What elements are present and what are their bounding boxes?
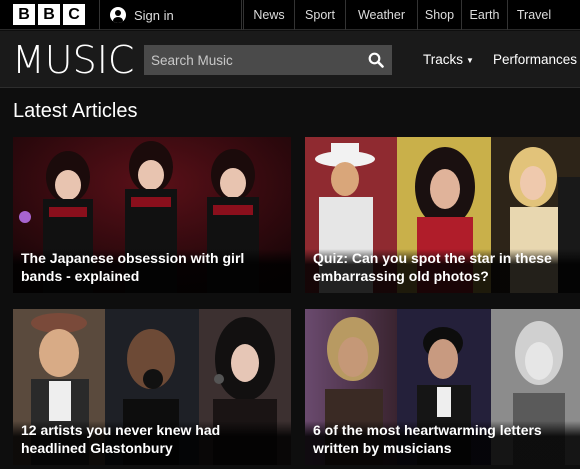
bbc-logo-letter: C — [63, 4, 85, 25]
article-title: Quiz: Can you spot the star in these emb… — [305, 249, 580, 293]
nav-tracks-label: Tracks — [423, 52, 463, 67]
bbc-top-bar: B B C Sign in News Sport Weather Shop Ea… — [0, 0, 580, 30]
music-header: MUSIC Tracks▼ Performances — [0, 31, 580, 88]
nav-shop[interactable]: Shop — [417, 0, 461, 30]
search-input[interactable] — [144, 52, 354, 68]
search-icon[interactable] — [368, 52, 384, 68]
article-card[interactable]: 6 of the most heartwarming letters writt… — [305, 309, 580, 465]
article-card[interactable]: 12 artists you never knew had headlined … — [13, 309, 291, 465]
nav-earth[interactable]: Earth — [461, 0, 507, 30]
music-logo[interactable]: MUSIC — [12, 40, 134, 80]
chevron-down-icon: ▼ — [466, 55, 474, 65]
article-card[interactable]: Quiz: Can you spot the star in these emb… — [305, 137, 580, 293]
sign-in-label: Sign in — [134, 7, 174, 23]
nav-weather[interactable]: Weather — [345, 0, 417, 30]
search-box — [144, 45, 392, 75]
top-nav: News Sport Weather Shop Earth Travel — [243, 0, 560, 30]
nav-sport[interactable]: Sport — [294, 0, 345, 30]
sign-in-link[interactable]: Sign in — [99, 0, 242, 30]
bbc-logo-letter: B — [13, 4, 35, 25]
section-title: Latest Articles — [13, 100, 138, 122]
nav-tracks-menu[interactable]: Tracks ▼ — [423, 52, 474, 67]
bbc-logo[interactable]: B B C — [13, 4, 85, 25]
bbc-logo-letter: B — [38, 4, 60, 25]
article-card[interactable]: The Japanese obsession with girl bands -… — [13, 137, 291, 293]
user-icon — [110, 7, 126, 23]
article-title: The Japanese obsession with girl bands -… — [13, 249, 291, 293]
nav-performances[interactable]: Performances — [493, 52, 577, 67]
nav-travel[interactable]: Travel — [507, 0, 560, 30]
article-title: 6 of the most heartwarming letters writt… — [305, 421, 580, 465]
nav-news[interactable]: News — [243, 0, 294, 30]
article-title: 12 artists you never knew had headlined … — [13, 421, 291, 465]
